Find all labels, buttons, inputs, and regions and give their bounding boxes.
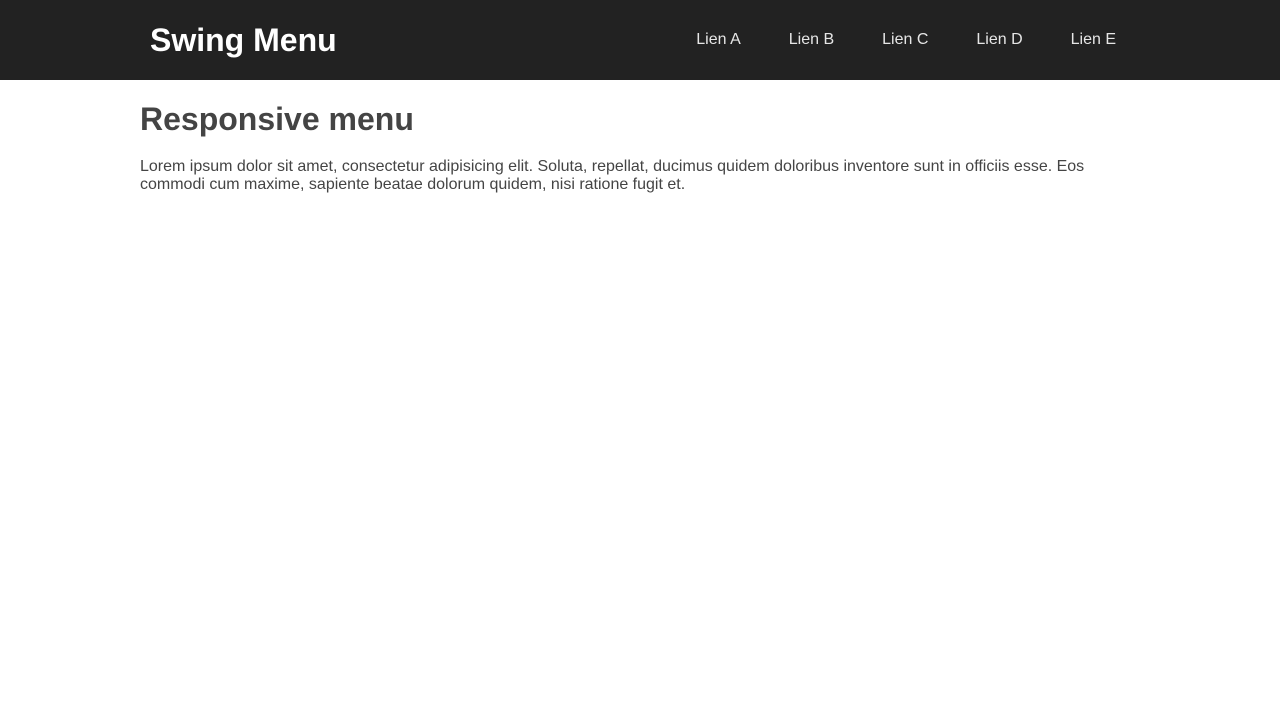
nav-link-lien-e[interactable]: Lien E — [1047, 0, 1140, 80]
page-title: Responsive menu — [140, 101, 414, 137]
nav-link-lien-c[interactable]: Lien C — [858, 0, 952, 80]
intro-paragraph: Lorem ipsum dolor sit amet, consectetur … — [140, 158, 1085, 193]
main-content: Responsive menu Lorem ipsum dolor sit am… — [140, 80, 1140, 194]
site-brand[interactable]: Swing Menu — [150, 0, 337, 80]
nav-link-lien-d[interactable]: Lien D — [952, 0, 1046, 80]
main-nav: Lien A Lien B Lien C Lien D Lien E — [672, 0, 1140, 80]
nav-link-lien-b[interactable]: Lien B — [765, 0, 858, 80]
top-navigation-bar: Swing Menu Lien A Lien B Lien C Lien D L… — [0, 0, 1280, 80]
nav-link-lien-a[interactable]: Lien A — [672, 0, 764, 80]
